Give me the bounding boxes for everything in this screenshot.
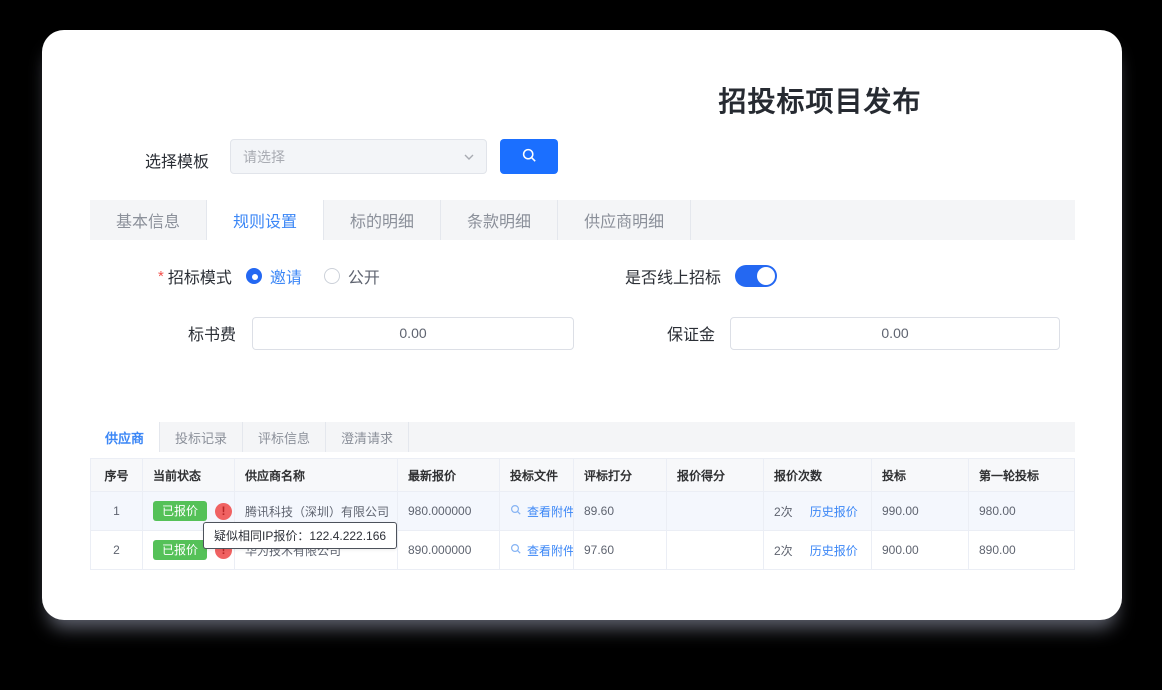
online-bidding-toggle[interactable] — [735, 265, 777, 287]
online-bidding-field: 是否线上招标 — [625, 262, 777, 290]
cell-bid-file: 查看附件 — [500, 492, 574, 530]
cell-eval-score: 89.60 — [574, 492, 667, 530]
template-picker-label: 选择模板 — [145, 148, 209, 172]
sub-tab-supplier[interactable]: 供应商 — [90, 422, 160, 452]
radio-invite[interactable] — [246, 268, 262, 284]
main-tab-bar: 基本信息 规则设置 标的明细 条款明细 供应商明细 — [90, 200, 1075, 240]
sub-tab-bid-records[interactable]: 投标记录 — [160, 422, 243, 452]
status-badge: 已报价 — [153, 501, 207, 521]
tender-fee-input[interactable] — [252, 317, 574, 350]
quote-times-value: 2次 — [774, 503, 793, 520]
history-quote-link[interactable]: 历史报价 — [810, 503, 858, 520]
attachment-search-icon — [510, 543, 522, 558]
bid-mode-label: 招标模式 — [168, 264, 232, 288]
sub-tab-bar: 供应商 投标记录 评标信息 澄清请求 — [90, 422, 1075, 452]
col-eval-score: 评标打分 — [574, 459, 667, 491]
chevron-down-icon — [462, 150, 476, 169]
cell-latest-quote: 890.000000 — [398, 531, 500, 569]
page-title: 招投标项目发布 — [600, 80, 1040, 120]
supplier-table: 序号 当前状态 供应商名称 最新报价 投标文件 评标打分 报价得分 报价次数 投… — [90, 458, 1075, 570]
status-badge: 已报价 — [153, 540, 207, 560]
online-bidding-label: 是否线上招标 — [625, 264, 721, 288]
sub-tab-clarification-request[interactable]: 澄清请求 — [326, 422, 409, 452]
sub-tab-evaluation-info[interactable]: 评标信息 — [243, 422, 326, 452]
deposit-input[interactable] — [730, 317, 1060, 350]
template-select[interactable]: 请选择 — [230, 139, 487, 174]
col-bid-file: 投标文件 — [500, 459, 574, 491]
cell-quote-score — [667, 492, 764, 530]
deposit-label: 保证金 — [667, 321, 715, 345]
toggle-knob — [757, 267, 775, 285]
cell-eval-score: 97.60 — [574, 531, 667, 569]
tender-fee-field: 标书费 — [188, 316, 574, 350]
view-attachment-link[interactable]: 查看附件 — [527, 542, 574, 559]
cell-bid: 900.00 — [872, 531, 969, 569]
attachment-search-icon — [510, 504, 522, 519]
cell-first-round: 980.00 — [969, 492, 1074, 530]
radio-open-label[interactable]: 公开 — [348, 264, 380, 288]
main-card: 招投标项目发布 选择模板 请选择 基本信息 规则设置 标的明细 条款明细 供应商… — [42, 30, 1122, 620]
required-asterisk: * — [158, 268, 164, 285]
cell-latest-quote: 980.000000 — [398, 492, 500, 530]
ip-alert-icon[interactable]: ! — [215, 503, 232, 520]
cell-quote-score — [667, 531, 764, 569]
tab-supplier-detail[interactable]: 供应商明细 — [558, 200, 691, 240]
same-ip-tooltip: 疑似相同IP报价：122.4.222.166 — [203, 522, 397, 549]
cell-seq: 2 — [91, 531, 143, 569]
cell-bid: 990.00 — [872, 492, 969, 530]
cell-quote-times: 2次 历史报价 — [764, 492, 872, 530]
search-button[interactable] — [500, 139, 558, 174]
cell-quote-times: 2次 历史报价 — [764, 531, 872, 569]
search-icon — [521, 147, 538, 167]
col-status: 当前状态 — [143, 459, 235, 491]
table-header-row: 序号 当前状态 供应商名称 最新报价 投标文件 评标打分 报价得分 报价次数 投… — [91, 459, 1074, 491]
radio-invite-label[interactable]: 邀请 — [270, 264, 302, 288]
col-first-round: 第一轮投标 — [969, 459, 1074, 491]
tender-fee-label: 标书费 — [188, 321, 236, 345]
tab-subject-detail[interactable]: 标的明细 — [324, 200, 441, 240]
col-quote-times: 报价次数 — [764, 459, 872, 491]
tab-terms-detail[interactable]: 条款明细 — [441, 200, 558, 240]
history-quote-link[interactable]: 历史报价 — [810, 542, 858, 559]
view-attachment-link[interactable]: 查看附件 — [527, 503, 574, 520]
tab-basic-info[interactable]: 基本信息 — [90, 200, 207, 240]
cell-seq: 1 — [91, 492, 143, 530]
tab-rule-settings[interactable]: 规则设置 — [207, 200, 324, 240]
col-quote-score: 报价得分 — [667, 459, 764, 491]
quote-times-value: 2次 — [774, 542, 793, 559]
template-select-placeholder: 请选择 — [243, 147, 285, 167]
col-seq: 序号 — [91, 459, 143, 491]
cell-first-round: 890.00 — [969, 531, 1074, 569]
bid-mode-field: * 招标模式 邀请 公开 — [158, 262, 380, 290]
radio-open[interactable] — [324, 268, 340, 284]
col-bid: 投标 — [872, 459, 969, 491]
deposit-field: 保证金 — [667, 316, 1060, 350]
col-supplier: 供应商名称 — [235, 459, 398, 491]
cell-bid-file: 查看附件 — [500, 531, 574, 569]
col-latest-quote: 最新报价 — [398, 459, 500, 491]
